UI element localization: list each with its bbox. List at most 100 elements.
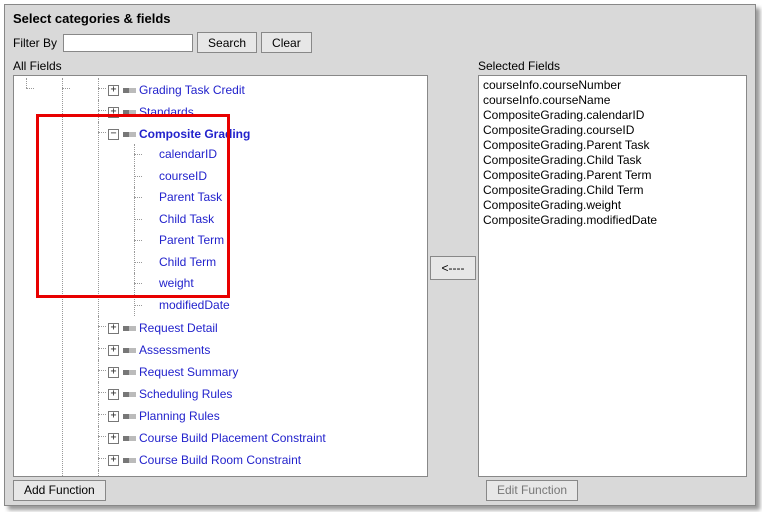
tree-node-label[interactable]: Course Build Teacher Constraint [139,472,312,476]
tree-node-row: calendarID [144,144,217,164]
all-fields-column: All Fields + Grading Task Credit + Standard… [13,59,428,477]
tree-node-label[interactable]: Child Term [159,252,216,272]
tree-node-label[interactable]: Parent Term [159,230,224,250]
selected-field-item[interactable]: CompositeGrading.Parent Term [483,168,742,183]
tree-node-row: + Planning Rules [108,406,220,426]
tree-node-label[interactable]: Parent Task [159,187,222,207]
collapse-icon[interactable]: − [108,129,119,140]
group-icon [123,345,136,356]
tree-node: Child Task [126,209,421,231]
tree-node-row: Parent Task [144,187,222,207]
selected-fields-column: Selected Fields courseInfo.courseNumberc… [478,59,747,477]
tree-node: −Composite GradingcalendarIDcourseIDPare… [90,122,421,316]
expand-icon[interactable]: + [108,367,119,378]
tree-node-row: + Assessments [108,340,210,360]
tree-node-label[interactable]: Child Task [159,209,214,229]
tree-node-label[interactable]: Request Summary [139,362,238,382]
add-function-button[interactable]: Add Function [13,480,106,501]
selected-fields-header: Selected Fields [478,59,747,75]
filter-input[interactable] [63,34,193,52]
tree-node: Parent Task [126,187,421,209]
tree-node-label[interactable]: Standards [139,102,194,122]
tree-node: Parent Term [126,230,421,252]
tree-node-row: + Course Build Room Constraint [108,450,301,470]
toggler-spacer [144,278,155,289]
selected-field-item[interactable]: CompositeGrading.calendarID [483,108,742,123]
tree-node-row: + Scheduling Rules [108,384,232,404]
tree-node-label[interactable]: Course Build Placement Constraint [139,428,326,448]
toggler-spacer [144,170,155,181]
tree-node: + Grading Task Credit + Standards − Composite… [18,78,421,476]
tree-node-label[interactable]: Grading Task Credit [139,80,245,100]
expand-icon[interactable]: + [108,433,119,444]
selected-field-item[interactable]: CompositeGrading.weight [483,198,742,213]
selected-field-item[interactable]: courseInfo.courseNumber [483,78,742,93]
tree-node: + Grading Task Credit [90,78,421,100]
tree-node-label[interactable]: modifiedDate [159,295,230,315]
search-button[interactable]: Search [197,32,257,53]
move-left-button[interactable]: <---- [430,256,476,280]
selected-field-item[interactable]: courseInfo.courseName [483,93,742,108]
all-fields-header: All Fields [13,59,428,75]
tree-node: + Standards [90,100,421,122]
tree-node-row: courseID [144,166,207,186]
tree-node-row: + Request Detail [108,318,218,338]
expand-icon[interactable]: + [108,455,119,466]
tree-node-label[interactable]: courseID [159,166,207,186]
toggler-spacer [144,256,155,267]
filter-row: Filter By Search Clear [5,30,755,57]
group-icon [123,455,136,466]
selected-field-item[interactable]: CompositeGrading.modifiedDate [483,213,742,228]
expand-icon[interactable]: + [108,323,119,334]
tree-node: + Course Build Room Constraint [90,448,421,470]
tree-node-label[interactable]: Composite Grading [139,124,250,144]
clear-button[interactable]: Clear [261,32,312,53]
tree-node: + Request Summary [90,360,421,382]
toggler-spacer [144,192,155,203]
tree-node-label[interactable]: calendarID [159,144,217,164]
expand-icon[interactable]: + [108,345,119,356]
tree-node-label[interactable]: Course Build Room Constraint [139,450,301,470]
expand-icon[interactable]: + [108,389,119,400]
tree-node-label[interactable]: Assessments [139,340,210,360]
edit-function-button[interactable]: Edit Function [486,480,578,501]
tree-node-label[interactable]: Scheduling Rules [139,384,232,404]
bottom-row: Add Function Edit Function [13,479,747,501]
group-icon [123,129,136,140]
tree-node-label[interactable]: weight [159,273,194,293]
tree-node: + Course Build Placement Constraint [90,426,421,448]
tree-node: + Request Detail [90,316,421,338]
tree-node: + Assessments [90,338,421,360]
tree-node: courseID [126,166,421,188]
columns: All Fields + Grading Task Credit + Standard… [13,59,747,477]
tree-node-row: + Grading Task Credit [108,80,245,100]
all-fields-box: + Grading Task Credit + Standards − Composite… [13,75,428,477]
select-fields-dialog: Select categories & fields Filter By Sea… [4,4,756,506]
tree-node: +Course Build Teacher Constraint [90,470,421,476]
tree-scroll[interactable]: + Grading Task Credit + Standards − Composite… [14,76,427,476]
tree-node: Child Term [126,252,421,274]
toggler-spacer [144,235,155,246]
selected-fields-box[interactable]: courseInfo.courseNumbercourseInfo.course… [478,75,747,477]
tree-node-label[interactable]: Planning Rules [139,406,220,426]
tree-node: + Planning Rules [90,404,421,426]
selected-field-item[interactable]: CompositeGrading.Parent Task [483,138,742,153]
group-icon [123,85,136,96]
tree-node-row: +Course Build Teacher Constraint [108,472,312,476]
tree-node-row: + Request Summary [108,362,238,382]
selected-field-item[interactable]: CompositeGrading.Child Term [483,183,742,198]
tree-node-row: − Composite Grading [108,124,250,144]
tree-node: weight [126,273,421,295]
tree-node-row: modifiedDate [144,295,230,315]
group-icon [123,389,136,400]
selected-field-item[interactable]: CompositeGrading.courseID [483,123,742,138]
toggler-spacer [144,149,155,160]
tree-node-label[interactable]: Request Detail [139,318,218,338]
tree-node-row: + Standards [108,102,194,122]
expand-icon[interactable]: + [108,107,119,118]
expand-icon[interactable]: + [108,411,119,422]
selected-field-item[interactable]: CompositeGrading.Child Task [483,153,742,168]
expand-icon[interactable]: + [108,85,119,96]
filter-label: Filter By [13,36,57,50]
dialog-title: Select categories & fields [5,5,755,30]
